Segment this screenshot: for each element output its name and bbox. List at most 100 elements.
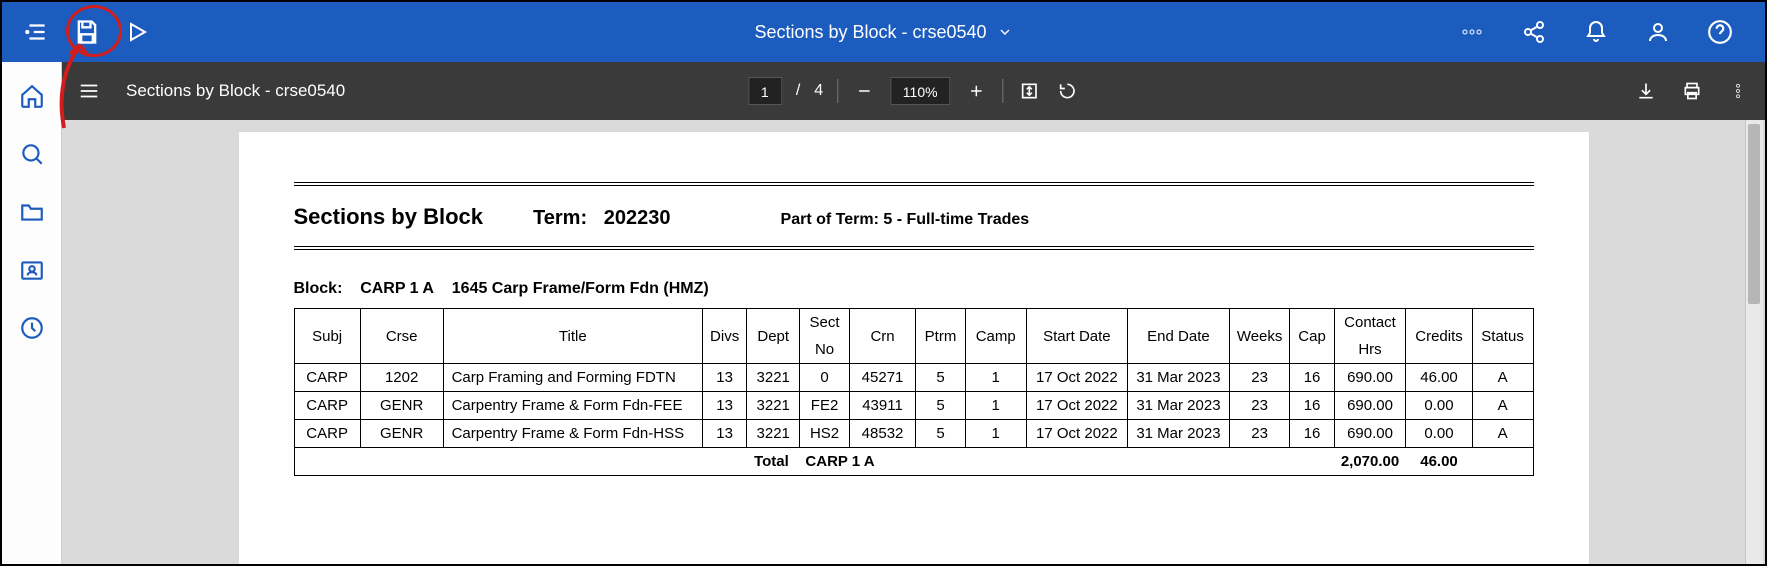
zoom-level[interactable]: 110%: [890, 77, 950, 105]
th-ptrm: Ptrm: [916, 309, 966, 364]
cell-title: Carp Framing and Forming FDTN: [443, 364, 703, 392]
th-divs: Divs: [703, 309, 747, 364]
cell-start: 17 Oct 2022: [1026, 364, 1128, 392]
print-icon[interactable]: [1680, 79, 1704, 103]
th-crn: Crn: [849, 309, 915, 364]
zoom-in-icon[interactable]: [964, 79, 988, 103]
toolbar-separator: [1002, 79, 1003, 103]
cell-title: Carpentry Frame & Form Fdn-FEE: [443, 392, 703, 420]
block-code: CARP 1 A: [360, 280, 434, 297]
th-sect1: Sect: [800, 309, 850, 337]
cell-dept: 3221: [747, 364, 800, 392]
cell-dept: 3221: [747, 420, 800, 448]
save-icon[interactable]: [67, 12, 107, 52]
pdf-toolbar: Sections by Block - crse0540 1 / 4 110%: [62, 62, 1765, 120]
folder-icon[interactable]: [18, 198, 46, 226]
page-separator: /: [796, 82, 800, 100]
sections-table: Subj Crse Title Divs Dept Sect Crn Ptrm …: [294, 308, 1534, 476]
table-row: CARP1202Carp Framing and Forming FDTN133…: [294, 364, 1533, 392]
cell-status: A: [1472, 364, 1533, 392]
cell-camp: 1: [965, 420, 1026, 448]
report-title: Sections by Block: [294, 204, 484, 230]
user-folder-icon[interactable]: [18, 256, 46, 284]
block-desc: 1645 Carp Frame/Form Fdn (HMZ): [452, 280, 709, 297]
cell-contact: 690.00: [1334, 392, 1406, 420]
share-icon[interactable]: [1514, 12, 1554, 52]
total-row: Total CARP 1 A 2,070.00 46.00: [294, 448, 1533, 476]
cell-start: 17 Oct 2022: [1026, 392, 1128, 420]
cell-camp: 1: [965, 364, 1026, 392]
clock-icon[interactable]: [18, 314, 46, 342]
term-value: 202230: [604, 207, 671, 229]
cell-credits: 0.00: [1406, 420, 1472, 448]
cell-end: 31 Mar 2023: [1128, 364, 1230, 392]
more-dots-icon[interactable]: [1452, 12, 1492, 52]
download-icon[interactable]: [1634, 79, 1658, 103]
th-contact1: Contact: [1334, 309, 1406, 337]
cell-status: A: [1472, 420, 1533, 448]
total-contact: 2,070.00: [1334, 448, 1406, 476]
page-title-dropdown[interactable]: Sections by Block - crse0540: [754, 22, 1012, 43]
scrollbar-track[interactable]: [1745, 120, 1763, 564]
cell-crse: GENR: [360, 420, 443, 448]
cell-contact: 690.00: [1334, 364, 1406, 392]
play-icon[interactable]: [117, 12, 157, 52]
rotate-icon[interactable]: [1055, 79, 1079, 103]
page-number-input[interactable]: 1: [748, 77, 782, 105]
th-cap: Cap: [1290, 309, 1334, 364]
help-icon[interactable]: [1700, 12, 1740, 52]
th-contact2: Hrs: [1334, 336, 1406, 364]
cell-end: 31 Mar 2023: [1128, 392, 1230, 420]
cell-sect: 0: [800, 364, 850, 392]
th-weeks: Weeks: [1229, 309, 1290, 364]
side-rail: [2, 62, 62, 564]
cell-weeks: 23: [1229, 364, 1290, 392]
cell-ptrm: 5: [916, 420, 966, 448]
term-label: Term:: [533, 207, 587, 229]
cell-crn: 48532: [849, 420, 915, 448]
th-end: End Date: [1128, 309, 1230, 364]
cell-credits: 46.00: [1406, 364, 1472, 392]
kebab-menu-icon[interactable]: [1726, 79, 1750, 103]
cell-divs: 13: [703, 392, 747, 420]
table-header-row: Subj Crse Title Divs Dept Sect Crn Ptrm …: [294, 309, 1533, 337]
cell-sect: FE2: [800, 392, 850, 420]
cell-end: 31 Mar 2023: [1128, 420, 1230, 448]
toolbar-separator: [837, 79, 838, 103]
th-status: Status: [1472, 309, 1533, 364]
cell-ptrm: 5: [916, 364, 966, 392]
bell-icon[interactable]: [1576, 12, 1616, 52]
cell-crn: 43911: [849, 392, 915, 420]
th-camp: Camp: [965, 309, 1026, 364]
cell-weeks: 23: [1229, 420, 1290, 448]
scrollbar-thumb[interactable]: [1748, 124, 1760, 304]
cell-subj: CARP: [294, 392, 360, 420]
hamburger-icon[interactable]: [77, 79, 101, 103]
home-icon[interactable]: [18, 82, 46, 110]
cell-divs: 13: [703, 364, 747, 392]
cell-divs: 13: [703, 420, 747, 448]
document-page: Sections by Block Term: 202230 Part of T…: [239, 132, 1589, 564]
page-total: 4: [814, 82, 823, 100]
cell-ptrm: 5: [916, 392, 966, 420]
zoom-out-icon[interactable]: [852, 79, 876, 103]
chevron-down-icon: [997, 24, 1013, 40]
th-title: Title: [443, 309, 703, 364]
cell-crse: 1202: [360, 364, 443, 392]
cell-subj: CARP: [294, 420, 360, 448]
cell-start: 17 Oct 2022: [1026, 420, 1128, 448]
th-crse: Crse: [360, 309, 443, 364]
cell-credits: 0.00: [1406, 392, 1472, 420]
search-icon[interactable]: [18, 140, 46, 168]
cell-crse: GENR: [360, 392, 443, 420]
th-subj: Subj: [294, 309, 360, 364]
cell-sect: HS2: [800, 420, 850, 448]
cell-crn: 45271: [849, 364, 915, 392]
total-label: Total: [754, 453, 789, 470]
user-icon[interactable]: [1638, 12, 1678, 52]
menu-list-icon[interactable]: [17, 12, 57, 52]
page-title: Sections by Block - crse0540: [754, 22, 986, 43]
th-sect2: No: [800, 336, 850, 364]
fit-page-icon[interactable]: [1017, 79, 1041, 103]
table-row: CARPGENRCarpentry Frame & Form Fdn-HSS13…: [294, 420, 1533, 448]
